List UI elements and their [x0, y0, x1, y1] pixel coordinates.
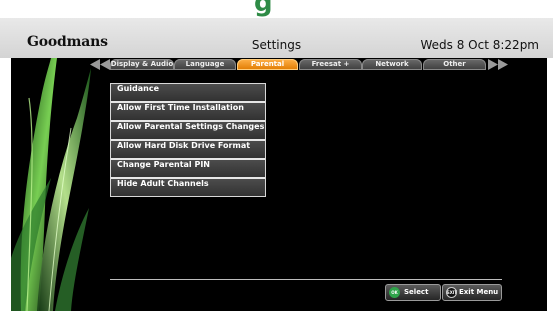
- tab-parental[interactable]: Parental: [237, 59, 298, 70]
- double-left-arrow-icon[interactable]: [90, 59, 112, 70]
- exit-key-label: Exit Menu: [459, 288, 499, 296]
- ok-button-icon: OK: [389, 287, 400, 298]
- grass-leaf-decoration-icon: [11, 58, 91, 311]
- menu-item-guidance[interactable]: Guidance: [111, 84, 265, 103]
- exit-button-icon: EXIT: [446, 287, 457, 298]
- parental-menu-list: Guidance Allow First Time Installation A…: [110, 83, 266, 197]
- select-key-label: Select: [404, 288, 429, 296]
- footer-divider: [110, 279, 502, 280]
- tv-menu-screen: Display & Audio Language Parental Freesa…: [11, 58, 547, 311]
- menu-item-hide-adult-channels[interactable]: Hide Adult Channels: [111, 179, 265, 196]
- tab-other[interactable]: Other: [423, 59, 486, 70]
- top-strip: g: [0, 0, 553, 18]
- tab-display-audio[interactable]: Display & Audio: [110, 59, 174, 70]
- tab-freesat-plus[interactable]: Freesat +: [299, 59, 362, 70]
- header-bar: Goodmans Settings Weds 8 Oct 8:22pm: [0, 18, 553, 58]
- datetime-display: Weds 8 Oct 8:22pm: [420, 38, 540, 52]
- menu-item-allow-parental-settings-changes[interactable]: Allow Parental Settings Changes: [111, 122, 265, 141]
- exit-key-hint[interactable]: EXIT Exit Menu: [442, 284, 502, 301]
- select-key-hint[interactable]: OK Select: [385, 284, 441, 301]
- menu-item-allow-hdd-format[interactable]: Allow Hard Disk Drive Format: [111, 141, 265, 160]
- menu-item-change-parental-pin[interactable]: Change Parental PIN: [111, 160, 265, 179]
- double-right-arrow-icon[interactable]: [486, 59, 508, 70]
- tab-language[interactable]: Language: [174, 59, 236, 70]
- top-cropped-glyph: g: [254, 0, 273, 18]
- menu-item-allow-first-time-installation[interactable]: Allow First Time Installation: [111, 103, 265, 122]
- tab-network[interactable]: Network: [362, 59, 422, 70]
